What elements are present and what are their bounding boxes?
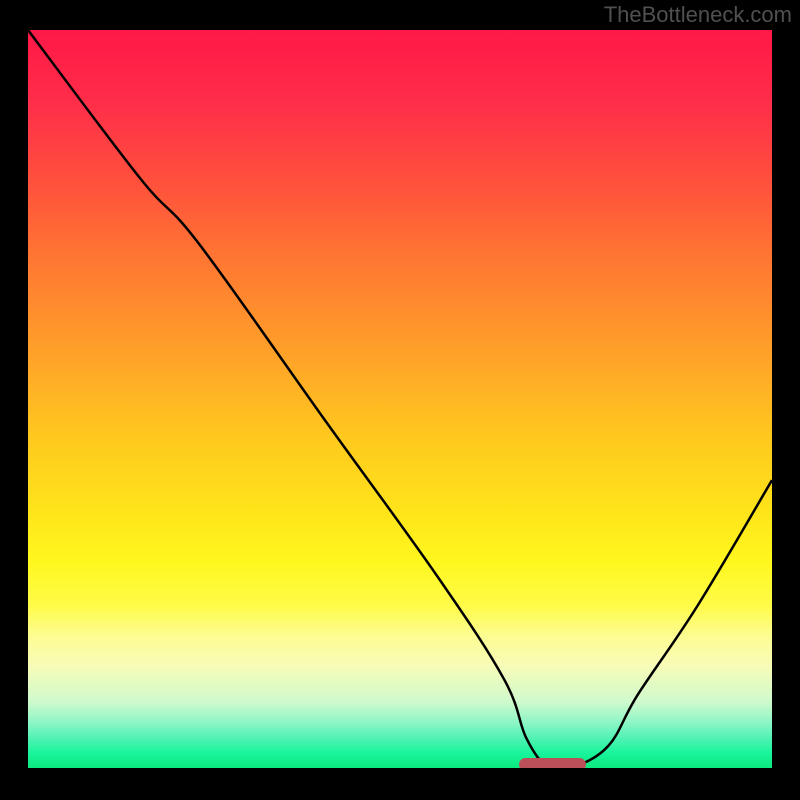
- chart-container: TheBottleneck.com: [0, 0, 800, 800]
- chart-area: [28, 30, 772, 768]
- optimal-marker: [519, 758, 586, 768]
- attribution-text: TheBottleneck.com: [604, 2, 792, 28]
- curve-svg: [28, 30, 772, 768]
- bottleneck-curve: [28, 30, 772, 768]
